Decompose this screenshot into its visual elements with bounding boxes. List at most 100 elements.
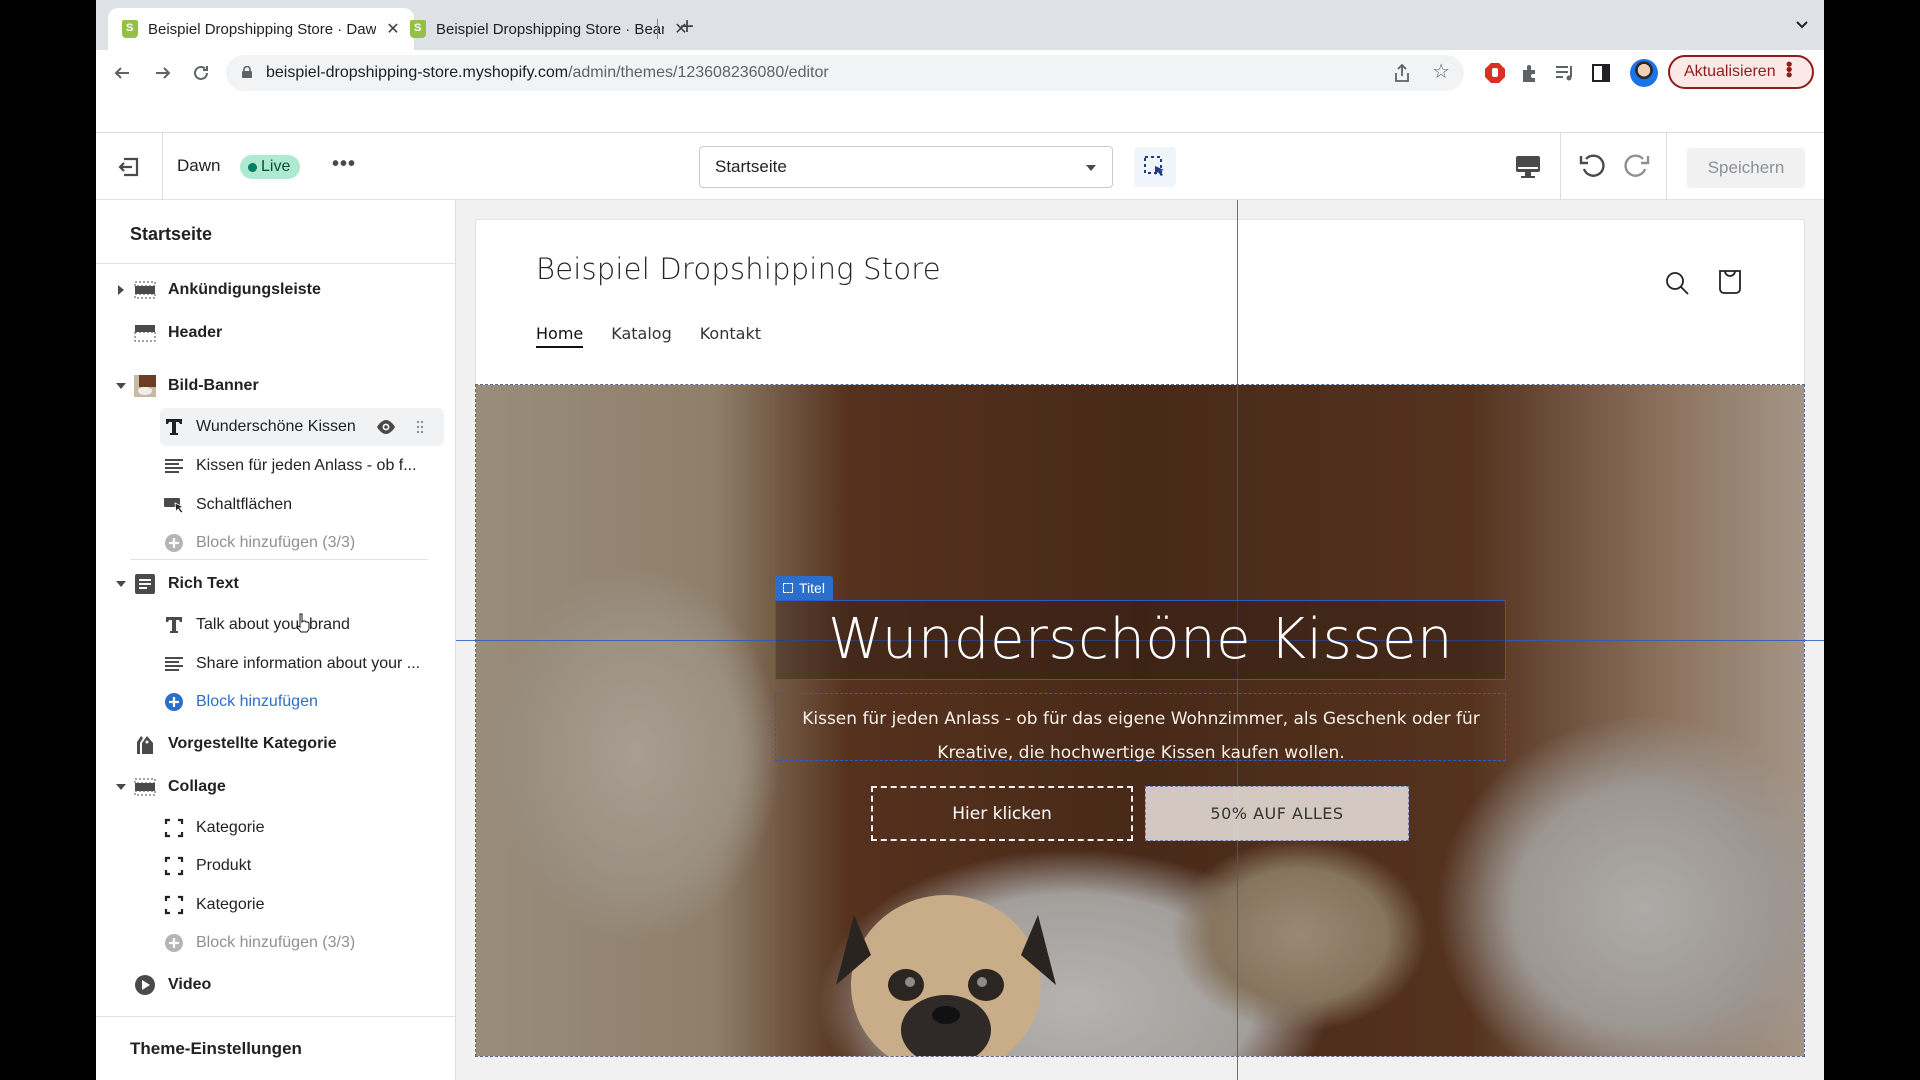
section-label: Rich Text (168, 575, 239, 592)
block-paragraph[interactable]: Kissen für jeden Anlass - ob f... (96, 447, 455, 485)
inspector-toggle-button[interactable] (1134, 147, 1176, 187)
section-header[interactable]: Header (96, 314, 455, 352)
toolbar-divider (1666, 133, 1667, 200)
video-play-icon (133, 974, 157, 996)
block-collection[interactable]: Kategorie (96, 809, 455, 847)
undo-icon[interactable] (1577, 151, 1609, 183)
save-button[interactable]: Speichern (1687, 148, 1805, 188)
add-block-button[interactable]: Block hinzufügen (96, 683, 455, 721)
section-label: Video (168, 976, 212, 993)
section-image-banner[interactable]: Bild-Banner (96, 367, 455, 405)
section-rich-text[interactable]: Rich Text (96, 565, 455, 603)
block-label: Wunderschöne Kissen (196, 418, 356, 435)
chevron-down-icon[interactable] (116, 784, 126, 790)
page-select[interactable]: Startseite (699, 146, 1113, 188)
new-tab-button[interactable]: + (672, 12, 702, 42)
desktop-preview-icon[interactable] (1514, 153, 1542, 181)
hero-text-block[interactable]: Kissen für jeden Anlass - ob für das eig… (775, 693, 1506, 763)
block-label: Produkt (196, 857, 252, 874)
section-video[interactable]: Video (96, 966, 455, 1004)
tab-search-chevron-icon[interactable] (1792, 14, 1812, 34)
tab-separator (657, 19, 658, 39)
block-heading[interactable]: Talk about your brand (96, 606, 455, 644)
frame-icon (783, 583, 793, 593)
browser-tab-1[interactable]: Beispiel Dropshipping Store · Dawn ✕ (108, 8, 414, 50)
buttons-icon (162, 494, 186, 516)
back-button[interactable] (108, 59, 136, 87)
block-product[interactable]: Produkt (96, 847, 455, 885)
kebab-menu-icon: ••• (1779, 61, 1799, 77)
add-block-label: Block hinzufügen (196, 693, 318, 710)
section-label: Collage (168, 778, 226, 795)
page-select-value: Startseite (715, 157, 787, 176)
drag-handle-icon[interactable] (416, 420, 424, 434)
chevron-down-icon[interactable] (116, 581, 126, 587)
chevron-down-icon[interactable] (116, 383, 126, 389)
frame-icon (162, 855, 186, 877)
block-label: Share information about your ... (196, 655, 421, 672)
block-label: Schaltflächen (196, 496, 293, 513)
block-buttons[interactable]: Schaltflächen (96, 486, 455, 524)
side-panel-icon[interactable] (1590, 62, 1612, 84)
theme-name: Dawn (177, 156, 221, 175)
reload-icon (194, 65, 208, 80)
hero-title-block[interactable]: Wunderschöne Kissen (775, 600, 1506, 680)
section-announcement-bar[interactable]: Ankündigungsleiste (96, 271, 455, 309)
url-path: /admin/themes/123608236080/editor (568, 64, 829, 81)
pug-image (836, 895, 1056, 1056)
bookmark-star-icon[interactable]: ☆ (1432, 62, 1450, 82)
add-block-button[interactable]: Block hinzufügen (3/3) (96, 924, 455, 962)
exit-editor-button[interactable] (96, 133, 163, 200)
address-bar-row: beispiel-dropshipping-store.myshopify.co… (96, 50, 1824, 96)
search-icon[interactable] (1664, 270, 1690, 296)
hero-button-secondary[interactable]: 50% AUF ALLES (1145, 786, 1409, 841)
block-paragraph[interactable]: Share information about your ... (96, 645, 455, 683)
block-label: Kategorie (196, 896, 265, 913)
theme-settings-button[interactable]: Theme-Einstellungen (96, 1016, 455, 1080)
hero-button-primary[interactable]: Hier klicken (871, 786, 1133, 841)
visibility-eye-icon[interactable] (376, 419, 396, 435)
paragraph-icon (162, 455, 186, 477)
store-name[interactable]: Beispiel Dropshipping Store (536, 252, 941, 286)
exit-icon (118, 157, 139, 176)
add-block-label: Block hinzufügen (3/3) (196, 934, 356, 951)
share-icon[interactable] (1392, 63, 1412, 83)
redo-icon[interactable] (1620, 151, 1652, 183)
section-featured-collection[interactable]: Vorgestellte Kategorie (96, 725, 455, 763)
plus-circle-icon (162, 691, 186, 713)
block-collection[interactable]: Kategorie (96, 886, 455, 924)
back-icon (114, 67, 129, 79)
profile-avatar[interactable] (1630, 59, 1658, 87)
nav-link-home[interactable]: Home (536, 324, 584, 348)
collage-icon (133, 776, 157, 798)
rich-text-icon (133, 573, 157, 595)
section-collage[interactable]: Collage (96, 768, 455, 806)
update-browser-button[interactable]: Aktualisieren ••• (1668, 55, 1814, 89)
extensions-icon[interactable] (1519, 62, 1541, 84)
announcement-bar-icon (133, 279, 157, 301)
text-heading-icon (162, 416, 186, 438)
chevron-right-icon[interactable] (118, 285, 124, 295)
block-label: Kissen für jeden Anlass - ob f... (196, 457, 417, 474)
shopify-favicon-icon (122, 20, 138, 38)
editor-toolbar: Dawn Live ••• Startseite Speichern (96, 132, 1824, 200)
media-control-icon[interactable] (1554, 62, 1576, 84)
nav-link-contact[interactable]: Kontakt (700, 324, 761, 348)
adblock-icon[interactable] (1484, 62, 1506, 84)
block-heading-selected[interactable]: Wunderschöne Kissen (160, 408, 444, 446)
nav-link-catalog[interactable]: Katalog (611, 324, 671, 348)
store-nav: Home Katalog Kontakt (536, 324, 761, 348)
url-input[interactable]: beispiel-dropshipping-store.myshopify.co… (226, 55, 1464, 91)
sections-sidebar: Startseite Ankündigungsleiste Header Bil… (96, 200, 456, 1080)
forward-button[interactable] (149, 59, 177, 87)
forward-icon (156, 67, 171, 79)
cart-bag-icon[interactable] (1716, 268, 1744, 296)
add-block-label: Block hinzufügen (3/3) (196, 534, 356, 551)
store-header[interactable]: Beispiel Dropshipping Store Home Katalog… (476, 220, 1804, 385)
reload-button[interactable] (187, 59, 215, 87)
more-actions-button[interactable]: ••• (332, 153, 356, 176)
shopify-favicon-icon (410, 20, 426, 38)
sidebar-title: Startseite (130, 224, 213, 244)
tab-title: Beispiel Dropshipping Store · Bearbeiten (436, 20, 664, 38)
add-block-button[interactable]: Block hinzufügen (3/3) (96, 524, 455, 562)
